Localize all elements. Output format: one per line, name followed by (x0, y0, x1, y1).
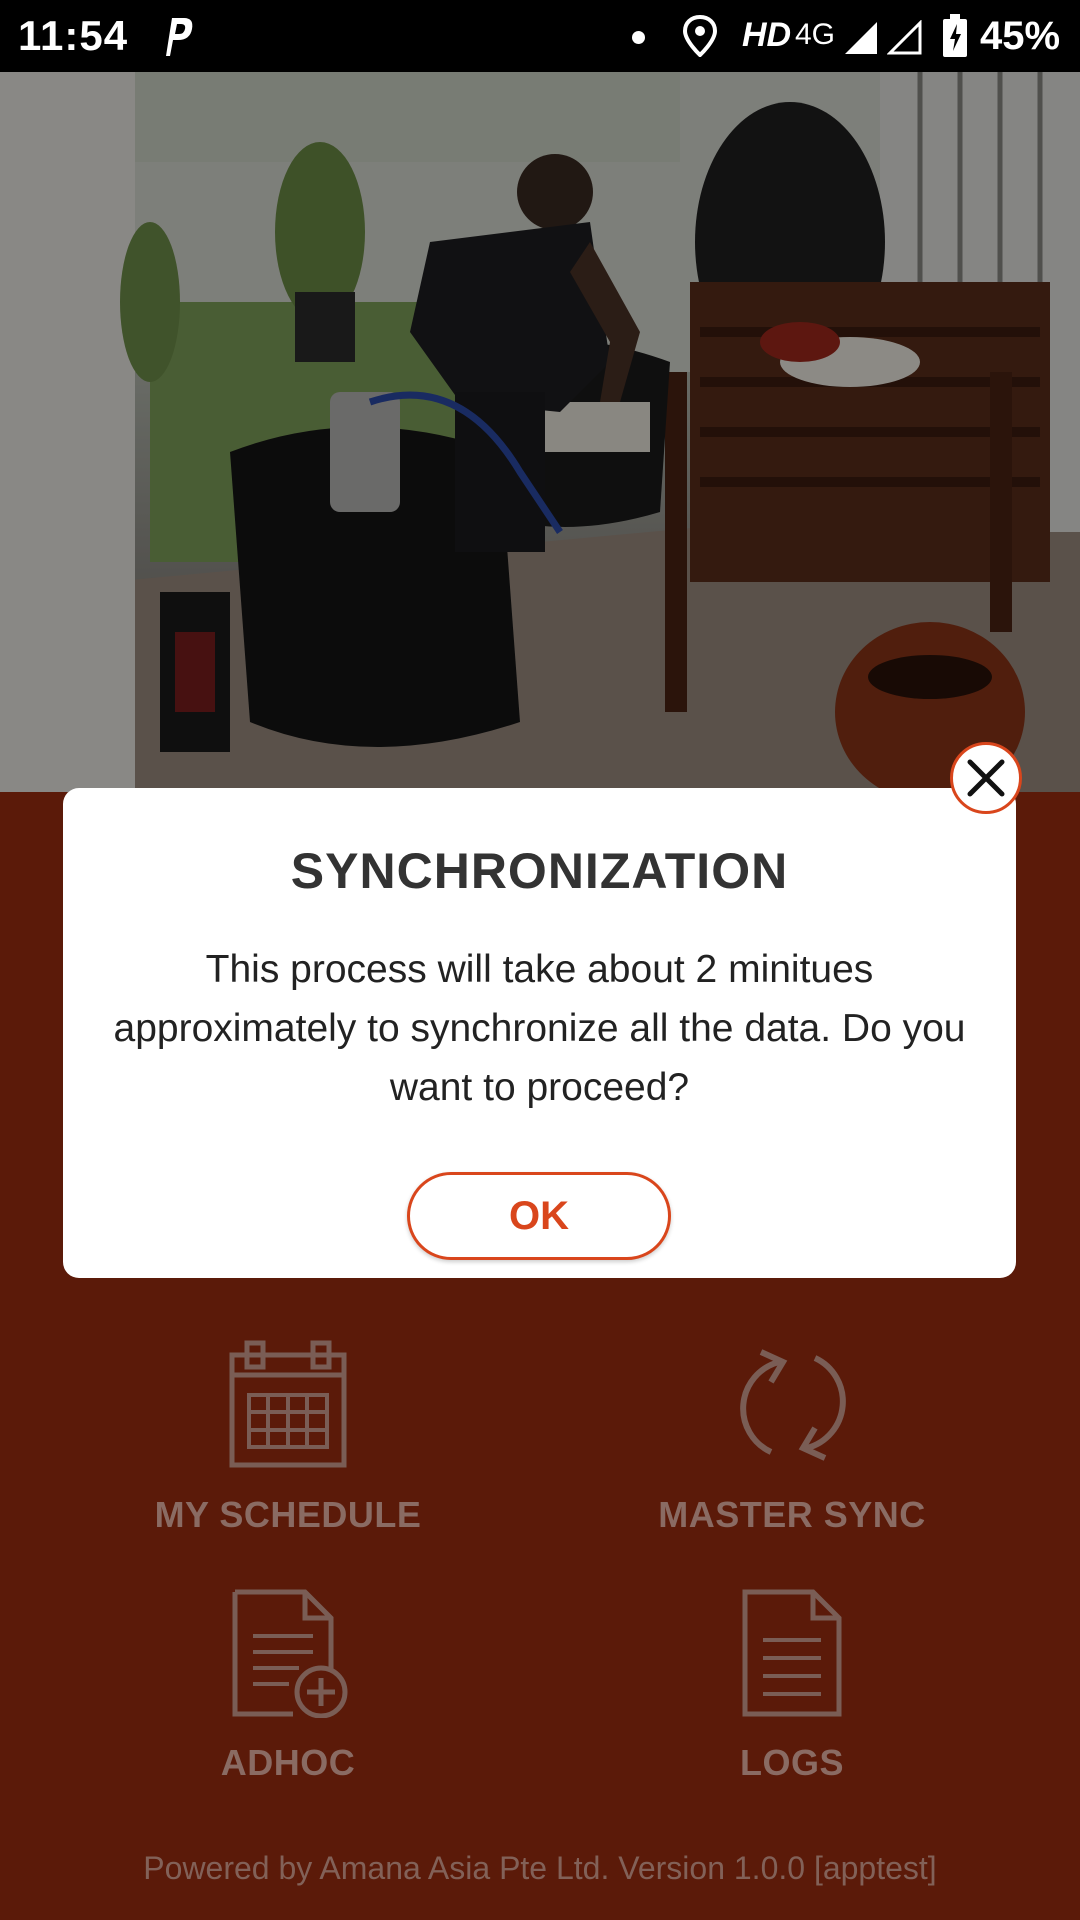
battery-percent: 45% (980, 14, 1061, 58)
menu-item-master-sync[interactable]: MASTER SYNC (582, 1340, 1002, 1536)
notification-dot-icon (632, 31, 645, 44)
footer-text: Powered by Amana Asia Pte Ltd. Version 1… (143, 1850, 937, 1886)
menu-label-my-schedule: MY SCHEDULE (154, 1494, 422, 1535)
document-add-icon (232, 1589, 348, 1718)
menu-label-logs: LOGS (739, 1742, 844, 1783)
signal-icon (845, 22, 877, 54)
battery-icon (943, 14, 967, 57)
parking-app-icon (166, 18, 193, 56)
menu-item-my-schedule[interactable]: MY SCHEDULE (78, 1340, 498, 1536)
close-icon (967, 759, 1005, 797)
sync-icon (740, 1349, 846, 1461)
hero-image (0, 72, 1080, 792)
menu-label-adhoc: ADHOC (220, 1742, 356, 1783)
location-icon (683, 15, 717, 57)
hd-label: HD (742, 16, 792, 54)
status-time: 11:54 (18, 12, 129, 59)
status-bar: 11:54 HD 4G 45% (0, 0, 1080, 72)
sync-dialog: SYNCHRONIZATION This process will take a… (63, 788, 1016, 1278)
menu-item-logs[interactable]: LOGS (582, 1588, 1002, 1784)
dialog-message: This process will take about 2 minitues … (113, 948, 966, 1109)
ok-button[interactable]: OK (407, 1172, 671, 1260)
signal-empty-icon (887, 20, 922, 55)
hero-overlay (0, 72, 1080, 792)
document-icon (742, 1589, 842, 1717)
calendar-icon (229, 1340, 347, 1468)
close-button[interactable] (950, 742, 1022, 814)
menu-item-adhoc[interactable]: ADHOC (78, 1588, 498, 1784)
dialog-title: SYNCHRONIZATION (290, 843, 789, 899)
menu-label-master-sync: MASTER SYNC (658, 1494, 926, 1535)
network-label: 4G (795, 18, 836, 51)
